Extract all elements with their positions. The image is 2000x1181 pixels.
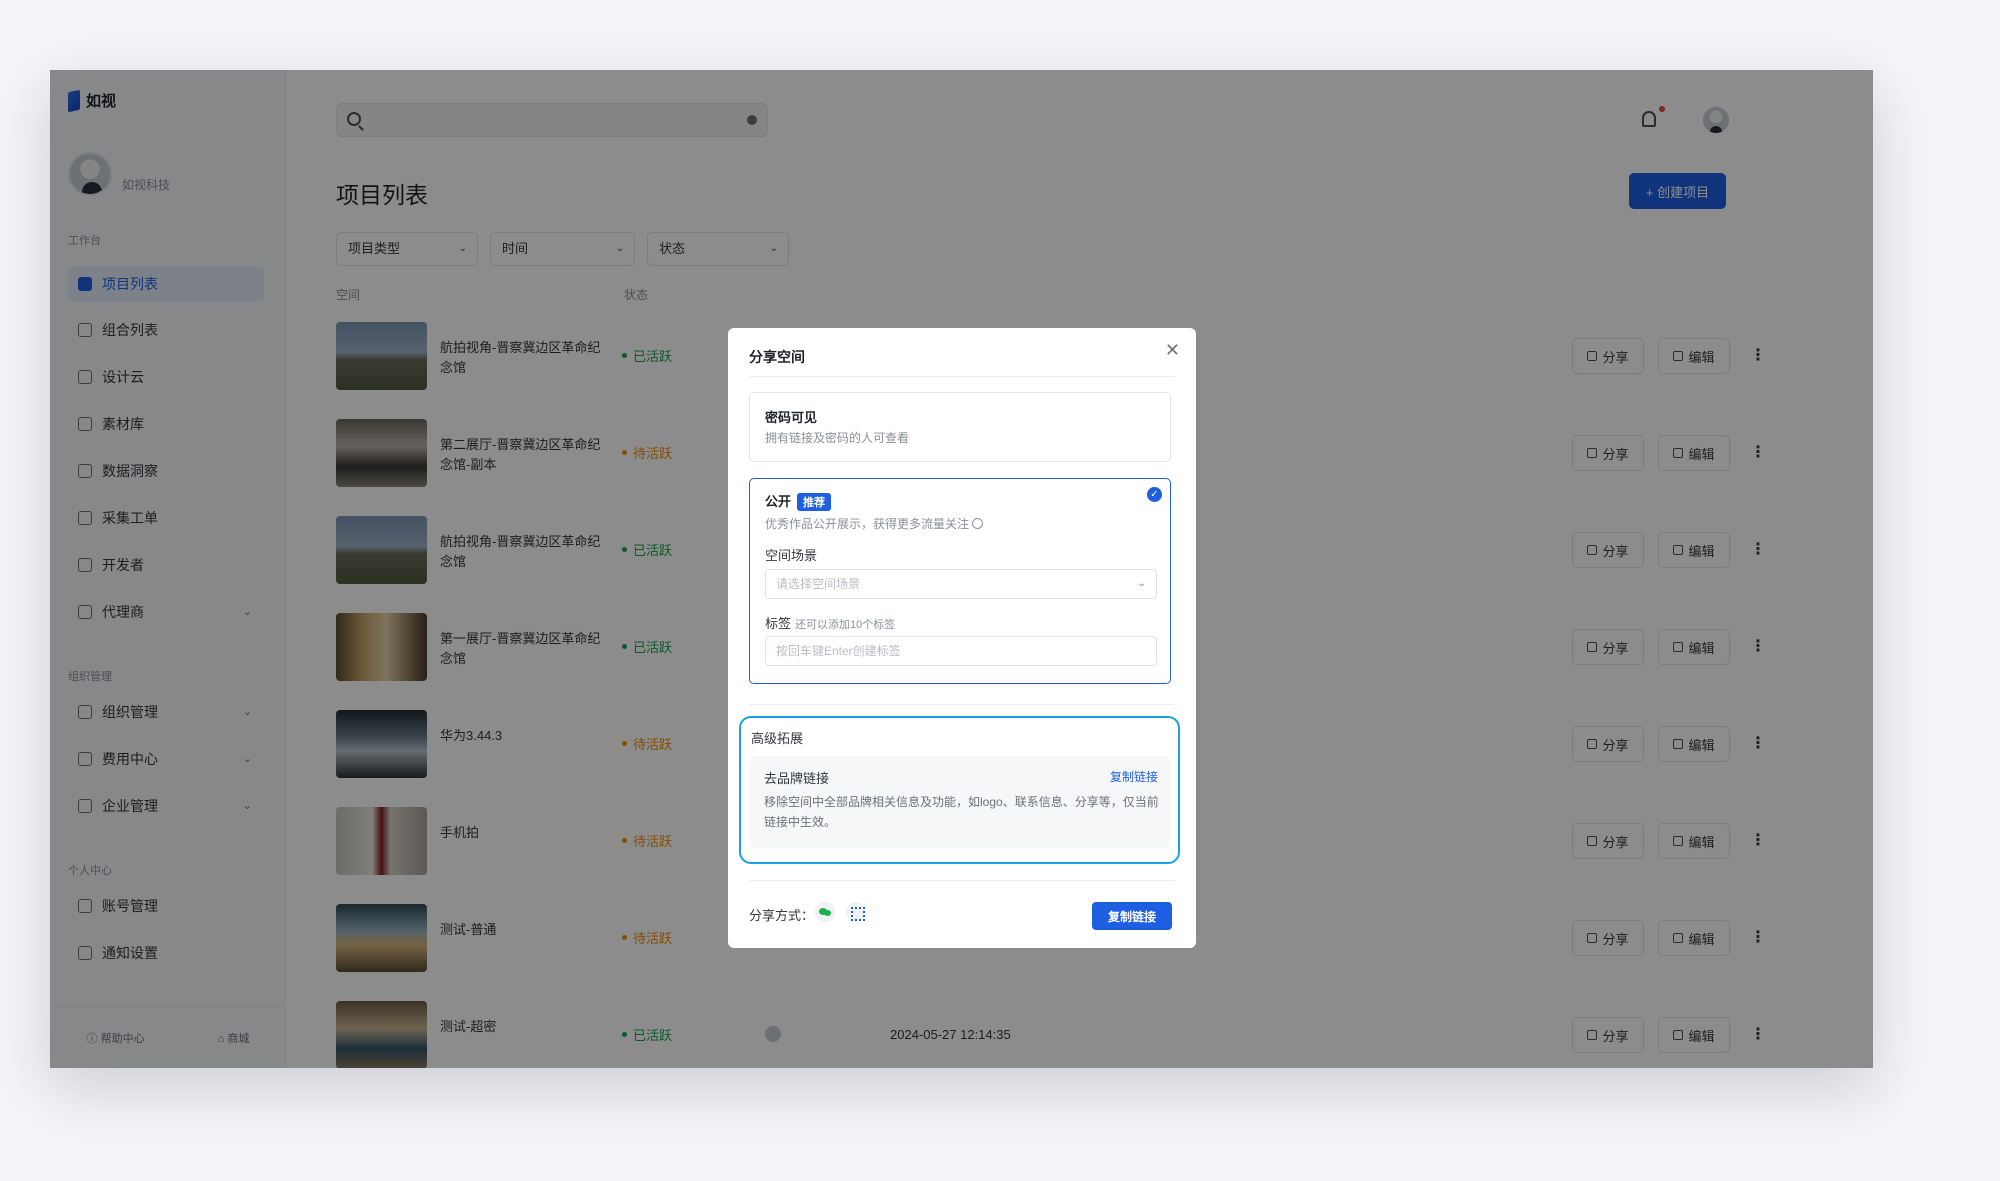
share-space-modal: 分享空间 ✕ 密码可见 拥有链接及密码的人可查看 ✓ 公开 推荐 优秀作品公开展示… <box>728 328 1196 948</box>
divider <box>749 704 1175 705</box>
copy-link-button[interactable]: 复制链接 <box>1092 902 1172 930</box>
tag-hint: 还可以添加10个标签 <box>795 619 896 631</box>
tag-placeholder: 按回车键Enter创建标签 <box>776 644 901 658</box>
wechat-icon[interactable] <box>815 902 835 922</box>
option-desc-row: 优秀作品公开展示，获得更多流量关注 <box>765 515 984 532</box>
qrcode-icon[interactable] <box>846 902 866 922</box>
option-password[interactable]: 密码可见 拥有链接及密码的人可查看 <box>749 392 1171 462</box>
scene-placeholder: 请选择空间场景 <box>776 577 861 591</box>
divider <box>749 880 1175 881</box>
tag-label: 标签 <box>765 616 792 631</box>
option-title: 公开 <box>765 494 792 509</box>
copy-unbrand-link[interactable]: 复制链接 <box>1110 768 1158 785</box>
chevron-down-icon: ⌄ <box>1137 578 1146 589</box>
scene-select[interactable]: 请选择空间场景 ⌄ <box>765 569 1157 599</box>
scene-label: 空间场景 <box>765 548 818 563</box>
info-icon[interactable] <box>972 518 984 529</box>
advanced-title: 高级拓展 <box>751 731 804 746</box>
modal-title: 分享空间 <box>749 349 805 365</box>
check-icon: ✓ <box>1147 487 1162 502</box>
app-window: 如视 如视科技 工作台 项目列表 组合列表 设计云 素材库 数据洞察 采集工单 … <box>50 70 1873 1068</box>
divider <box>749 376 1175 377</box>
advanced-section: 高级拓展 去品牌链接 复制链接 移除空间中全部品牌相关信息及功能，如logo、联… <box>739 716 1180 864</box>
share-method-label: 分享方式： <box>749 908 815 923</box>
option-public[interactable]: ✓ 公开 推荐 优秀作品公开展示，获得更多流量关注 空间场景 请选择空间场景 ⌄ … <box>749 478 1171 684</box>
recommend-badge: 推荐 <box>797 493 832 511</box>
option-desc: 优秀作品公开展示，获得更多流量关注 <box>765 517 970 531</box>
option-title-row: 公开 推荐 <box>765 491 832 511</box>
unbrand-link-card: 去品牌链接 复制链接 移除空间中全部品牌相关信息及功能，如logo、联系信息、分… <box>750 756 1170 848</box>
tag-label-row: 标签 还可以添加10个标签 <box>765 613 895 632</box>
tag-input[interactable]: 按回车键Enter创建标签 <box>765 636 1157 666</box>
option-desc: 拥有链接及密码的人可查看 <box>765 431 910 445</box>
option-title: 密码可见 <box>765 410 818 425</box>
unbrand-link-desc: 移除空间中全部品牌相关信息及功能，如logo、联系信息、分享等，仅当前链接中生效… <box>764 795 1159 829</box>
unbrand-link-title: 去品牌链接 <box>764 771 830 786</box>
close-icon[interactable]: ✕ <box>1165 340 1180 361</box>
